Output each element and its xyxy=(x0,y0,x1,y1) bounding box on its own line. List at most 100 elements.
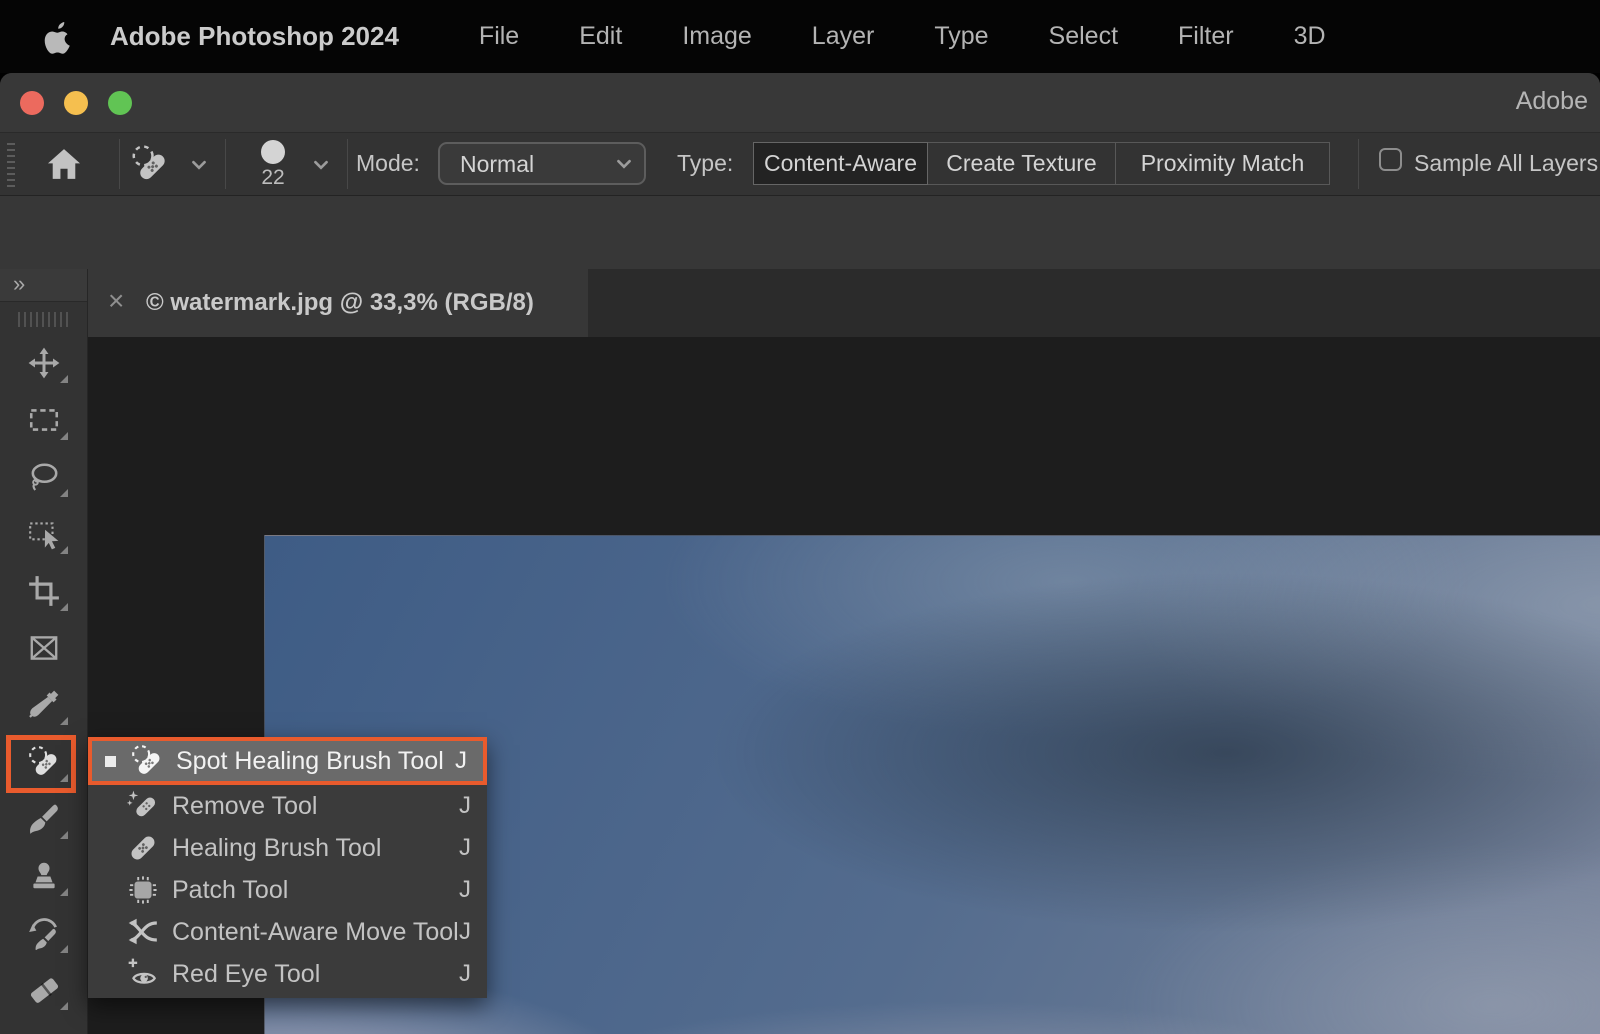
type-label: Type: xyxy=(677,150,733,177)
flyout-item-label: Remove Tool xyxy=(172,792,317,821)
flyout-item-shortcut: J xyxy=(459,918,471,946)
app-menu-title[interactable]: Adobe Photoshop 2024 xyxy=(110,21,399,52)
clone-stamp-icon xyxy=(27,859,61,893)
minimize-window-button[interactable] xyxy=(64,91,88,115)
chevron-down-icon[interactable] xyxy=(311,155,331,175)
window-titlebar[interactable]: Adobe xyxy=(0,73,1600,133)
spot-healing-brush-icon xyxy=(130,744,164,778)
active-tool-highlight xyxy=(6,735,76,793)
current-tool-indicator-empty xyxy=(101,927,112,938)
divider xyxy=(119,139,120,189)
tool-eyedropper[interactable] xyxy=(16,681,72,729)
divider xyxy=(347,139,348,189)
collapse-panel-control[interactable]: » xyxy=(0,269,87,302)
sample-all-layers-label: Sample All Layers xyxy=(1414,150,1598,177)
close-window-button[interactable] xyxy=(20,91,44,115)
flyout-item-label: Spot Healing Brush Tool xyxy=(176,747,444,776)
tool-brush[interactable] xyxy=(16,795,72,843)
chevron-down-icon xyxy=(614,154,634,174)
crop-icon xyxy=(27,574,61,608)
frame-icon xyxy=(27,631,61,665)
menu-select[interactable]: Select xyxy=(1049,22,1118,51)
tool-lasso[interactable] xyxy=(16,453,72,501)
home-icon[interactable] xyxy=(45,145,83,183)
zoom-window-button[interactable] xyxy=(108,91,132,115)
flyout-item-remove-tool[interactable]: Remove Tool J xyxy=(88,785,487,827)
type-content-aware-button[interactable]: Content-Aware xyxy=(753,142,928,185)
history-brush-icon xyxy=(27,916,61,950)
menu-image[interactable]: Image xyxy=(682,22,751,51)
healing-brush-icon xyxy=(126,831,160,865)
red-eye-icon xyxy=(126,957,160,991)
flyout-item-shortcut: J xyxy=(459,876,471,904)
tool-clone-stamp[interactable] xyxy=(16,852,72,900)
tool-paint-bucket[interactable] xyxy=(16,1023,72,1034)
remove-tool-icon xyxy=(126,789,160,823)
sample-all-layers-checkbox[interactable] xyxy=(1379,148,1402,171)
tools-panel-grip[interactable] xyxy=(18,312,70,327)
tool-options-bar: 22 Mode: Normal Type: Content-Aware Crea… xyxy=(0,133,1600,196)
photoshop-window: Adobe 22 Mode: Normal Type: Content-Awar… xyxy=(0,73,1600,1034)
menu-file[interactable]: File xyxy=(479,22,519,51)
menu-type[interactable]: Type xyxy=(934,22,988,51)
flyout-item-spot-healing-brush-tool[interactable]: Spot Healing Brush Tool J xyxy=(88,737,487,785)
mode-label: Mode: xyxy=(356,150,420,177)
tool-crop[interactable] xyxy=(16,567,72,615)
brush-size-preview[interactable] xyxy=(261,140,285,164)
type-create-texture-button[interactable]: Create Texture xyxy=(928,142,1116,185)
close-tab-icon[interactable]: × xyxy=(108,285,124,317)
macos-menu-bar: Adobe Photoshop 2024 File Edit Image Lay… xyxy=(0,0,1600,73)
tool-object-selection[interactable] xyxy=(16,510,72,558)
eraser-icon xyxy=(27,973,61,1007)
type-proximity-match-button[interactable]: Proximity Match xyxy=(1116,142,1330,185)
flyout-item-shortcut: J xyxy=(455,747,467,775)
mode-dropdown[interactable]: Normal xyxy=(438,142,646,185)
screenshot-root: Adobe Photoshop 2024 File Edit Image Lay… xyxy=(0,0,1600,1034)
menu-filter[interactable]: Filter xyxy=(1178,22,1234,51)
flyout-item-label: Content-Aware Move Tool xyxy=(172,918,459,947)
content-aware-move-icon xyxy=(126,915,160,949)
current-tool-indicator-empty xyxy=(101,843,112,854)
eyedropper-icon xyxy=(27,688,61,722)
flyout-item-content-aware-move-tool[interactable]: Content-Aware Move Tool J xyxy=(88,911,487,953)
tool-preset-spot-healing-icon[interactable] xyxy=(130,144,170,184)
tool-eraser[interactable] xyxy=(16,966,72,1014)
brush-icon xyxy=(27,802,61,836)
menu-edit[interactable]: Edit xyxy=(579,22,622,51)
chevron-down-icon[interactable] xyxy=(189,155,209,175)
tool-rectangular-marquee[interactable] xyxy=(16,396,72,444)
flyout-item-label: Healing Brush Tool xyxy=(172,834,381,863)
apple-icon[interactable] xyxy=(44,20,74,54)
flyout-item-shortcut: J xyxy=(459,834,471,862)
flyout-item-red-eye-tool[interactable]: Red Eye Tool J xyxy=(88,953,487,995)
brush-size-value: 22 xyxy=(249,166,297,190)
document-tab-bar: × © watermark.jpg @ 33,3% (RGB/8) xyxy=(88,269,1600,337)
document-tab-title: © watermark.jpg @ 33,3% (RGB/8) xyxy=(146,269,534,337)
menu-3d[interactable]: 3D xyxy=(1294,22,1326,51)
flyout-item-patch-tool[interactable]: Patch Tool J xyxy=(88,869,487,911)
divider xyxy=(1358,139,1359,189)
document-tab[interactable]: × © watermark.jpg @ 33,3% (RGB/8) xyxy=(88,269,588,337)
tool-history-brush[interactable] xyxy=(16,909,72,957)
divider xyxy=(225,139,226,189)
move-icon xyxy=(27,346,61,380)
lasso-icon xyxy=(27,460,61,494)
window-title: Adobe xyxy=(1516,87,1588,116)
type-segmented-control: Content-Aware Create Texture Proximity M… xyxy=(753,142,1330,185)
marquee-icon xyxy=(27,403,61,437)
double-chevron-icon: » xyxy=(13,271,26,296)
current-tool-indicator-empty xyxy=(101,885,112,896)
workspace: × © watermark.jpg @ 33,3% (RGB/8) » xyxy=(0,269,1600,1034)
menu-layer[interactable]: Layer xyxy=(812,22,875,51)
tool-frame[interactable] xyxy=(16,624,72,672)
flyout-item-shortcut: J xyxy=(459,960,471,988)
object-selection-icon xyxy=(27,517,61,551)
tools-panel: » xyxy=(0,269,88,1034)
options-bar-grip[interactable] xyxy=(7,143,15,187)
flyout-item-label: Patch Tool xyxy=(172,876,288,905)
tool-move[interactable] xyxy=(16,339,72,387)
flyout-item-shortcut: J xyxy=(459,792,471,820)
current-tool-indicator xyxy=(105,756,116,767)
flyout-item-healing-brush-tool[interactable]: Healing Brush Tool J xyxy=(88,827,487,869)
flyout-item-label: Red Eye Tool xyxy=(172,960,320,989)
